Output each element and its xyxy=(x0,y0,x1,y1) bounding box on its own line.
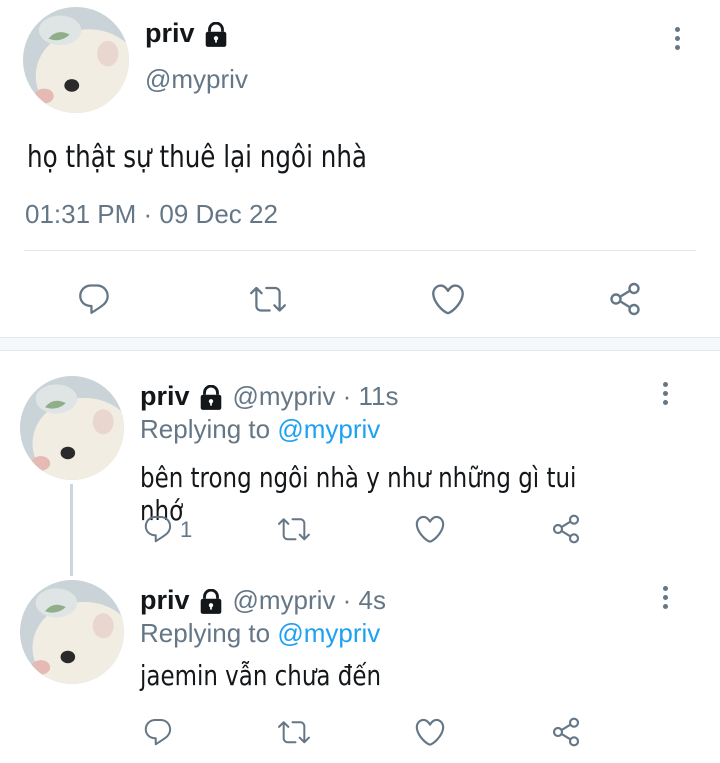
username-time[interactable]: @mypriv · 4s xyxy=(232,585,386,615)
mention-link[interactable]: @mypriv xyxy=(277,618,380,648)
avatar-image xyxy=(20,580,124,684)
username[interactable]: @mypriv xyxy=(145,64,248,95)
more-vertical-icon[interactable] xyxy=(672,27,682,54)
lock-icon xyxy=(203,22,229,53)
reply-icon[interactable] xyxy=(76,281,112,317)
tweet-text: bên trong ngôi nhà y như những gì tui nh… xyxy=(140,461,577,527)
display-name[interactable]: priv xyxy=(140,381,190,411)
heart-icon[interactable] xyxy=(429,280,467,318)
lock-icon xyxy=(198,385,224,416)
more-vertical-icon[interactable] xyxy=(660,382,670,409)
replying-to: Replying to @mypriv xyxy=(140,618,380,649)
replying-to-label: Replying to xyxy=(140,414,271,444)
retweet-icon[interactable] xyxy=(277,716,311,748)
username-time[interactable]: @mypriv · 11s xyxy=(232,381,398,411)
timestamp[interactable]: 01:31 PM · 09 Dec 22 xyxy=(25,199,278,230)
avatar[interactable] xyxy=(20,376,124,480)
thread-line xyxy=(70,484,73,576)
divider xyxy=(24,250,696,251)
display-name[interactable]: priv xyxy=(145,18,195,48)
replying-to: Replying to @mypriv xyxy=(140,414,380,445)
heart-icon[interactable] xyxy=(413,512,447,546)
share-icon[interactable] xyxy=(550,513,582,545)
author-row: priv @mypriv · 11s xyxy=(140,381,398,416)
share-icon[interactable] xyxy=(607,281,643,317)
reply-count: 1 xyxy=(180,517,193,542)
avatar-image xyxy=(23,7,129,113)
author-row: priv @mypriv · 4s xyxy=(140,585,386,620)
replying-to-label: Replying to xyxy=(140,618,271,648)
share-icon[interactable] xyxy=(550,716,582,748)
heart-icon[interactable] xyxy=(413,715,447,749)
avatar-image xyxy=(20,376,124,480)
section-separator xyxy=(0,337,720,351)
reply-icon[interactable] xyxy=(142,513,174,545)
avatar[interactable] xyxy=(20,580,124,684)
avatar[interactable] xyxy=(23,7,129,113)
tweet-text: jaemin vẫn chưa đến xyxy=(140,659,382,692)
author-row: priv xyxy=(145,18,229,53)
lock-icon xyxy=(198,589,224,620)
tweet-text: họ thật sự thuê lại ngôi nhà xyxy=(27,140,367,175)
display-name[interactable]: priv xyxy=(140,585,190,615)
mention-link[interactable]: @mypriv xyxy=(277,414,380,444)
more-vertical-icon[interactable] xyxy=(660,586,670,613)
reply-icon[interactable] xyxy=(142,716,174,748)
retweet-icon[interactable] xyxy=(249,281,287,317)
retweet-icon[interactable] xyxy=(277,513,311,545)
